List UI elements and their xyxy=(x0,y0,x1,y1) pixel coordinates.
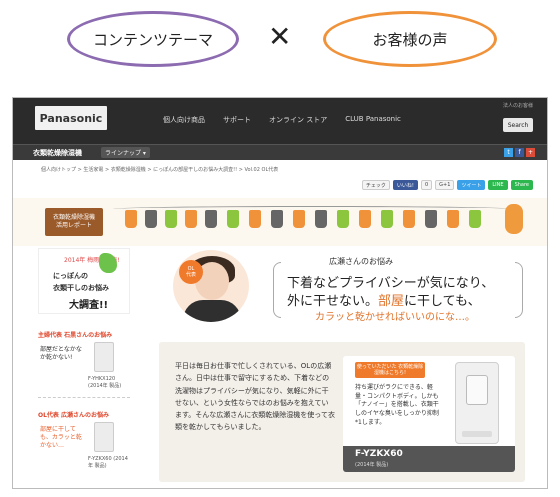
promo-line3: 大調査!! xyxy=(69,300,109,311)
card-text: 部屋だとなかなか乾かない! xyxy=(40,346,82,362)
garment-icon xyxy=(359,210,371,228)
garment-icon xyxy=(145,210,157,228)
category-title[interactable]: 衣類乾燥除湿機 xyxy=(33,148,82,158)
worry-line1: 下着などプライバシーが気になり、 xyxy=(287,276,495,291)
product-panel-tab: 使っていただいた 衣類乾燥除湿機はこちら! xyxy=(355,362,425,378)
card-caption: F-YHKX120 (2014年 製品) xyxy=(88,376,122,389)
worry-quote: 広瀬さんのお悩み 下着などプライバシーが気になり、 外に干せない。部屋に干しても… xyxy=(269,248,525,328)
worry-line2-highlight: 部屋 xyxy=(378,294,405,309)
category-bar: 衣類乾燥除湿機 ラインナップ ▾ t f + xyxy=(13,144,547,160)
lineup-dropdown[interactable]: ラインナップ ▾ xyxy=(101,147,150,158)
global-nav: 個人向け商品 サポート オンライン ストア CLUB Panasonic xyxy=(163,115,401,125)
ol-badge: OL 代表 xyxy=(179,260,203,284)
search-button[interactable]: Search xyxy=(503,118,533,132)
customer-voice-text: お客様の声 xyxy=(372,30,448,49)
check-button[interactable]: チェック xyxy=(361,180,390,190)
facebook-icon[interactable]: f xyxy=(515,148,524,157)
garment-icon xyxy=(205,210,217,228)
bracket-right xyxy=(515,262,523,318)
bracket-left xyxy=(273,262,281,318)
worry-line2-c: に干しても、 xyxy=(404,294,481,309)
worry-line2: 外に干せない。部屋に干しても、 xyxy=(287,290,481,309)
product-panel[interactable]: 使っていただいた 衣類乾燥除湿機はこちら! 持ち運びがラクにできる、軽量・コンパ… xyxy=(343,356,515,472)
nav-personal-products[interactable]: 個人向け商品 xyxy=(163,115,205,125)
garment-icon xyxy=(125,210,137,228)
cross-icon: ✕ xyxy=(268,20,292,53)
worry-line2-a: 外に干せない。 xyxy=(287,294,379,309)
report-sign-line2: 活用レポート xyxy=(55,222,92,229)
report-sign: 衣類乾燥除湿機 活用レポート xyxy=(45,208,103,236)
story-text: 平日は毎日お仕事で忙しくされている、OLの広瀬さん。日中は仕事で留守にするため、… xyxy=(175,362,335,432)
like-count: 0 xyxy=(420,180,433,190)
global-header: Panasonic 個人向け商品 サポート オンライン ストア CLUB Pan… xyxy=(13,98,547,144)
twitter-icon[interactable]: t xyxy=(504,148,513,157)
garment-icon xyxy=(381,210,393,228)
promo-line2: 衣類干しのお悩み xyxy=(53,284,109,292)
utility-link[interactable]: 法人のお客様 xyxy=(503,102,533,109)
garment-icon xyxy=(337,210,349,228)
rabbit-mascot-icon xyxy=(505,204,523,234)
dehumidifier-thumbnail xyxy=(94,342,114,372)
line-button[interactable]: LINE xyxy=(488,180,508,190)
report-sign-line1: 衣類乾燥除湿機 xyxy=(52,214,95,222)
facebook-like-button[interactable]: いいね! xyxy=(392,180,418,190)
website-screenshot: Panasonic 個人向け商品 サポート オンライン ストア CLUB Pan… xyxy=(12,97,548,489)
garment-icon xyxy=(425,210,437,228)
ol-badge-line2: 代表 xyxy=(185,272,196,278)
garment-icon xyxy=(165,210,177,228)
share-buttons: チェック いいね! 0 G+1 ツイート LINE Share xyxy=(361,180,533,190)
garment-icon xyxy=(293,210,305,228)
card-caption: F-YZKX60 (2014年 製品) xyxy=(88,456,128,469)
worry-title: 広瀬さんのお悩み xyxy=(329,257,393,266)
garment-icon xyxy=(249,210,261,228)
model-number: F-YZKX60 xyxy=(355,449,403,459)
sidebar-card-ol[interactable]: OL代表 広瀬さんのお悩み 部屋に干しても、カラッと乾かない… F-YZKX60… xyxy=(38,408,130,488)
garment-icon xyxy=(271,210,283,228)
card-text: 部屋に干しても、カラッと乾かない… xyxy=(40,426,82,450)
nav-support[interactable]: サポート xyxy=(223,115,251,125)
garment-icon xyxy=(447,210,459,228)
dehumidifier-base xyxy=(462,431,492,437)
dehumidifier-image xyxy=(455,362,499,444)
garment-icon xyxy=(227,210,239,228)
card-heading: OL代表 広瀬さんのお悩み xyxy=(38,412,110,419)
survey-promo-banner[interactable]: 2014年 梅雨に実施! にっぽんの 衣類干しのお悩み 大調査!! xyxy=(38,248,130,314)
breadcrumb[interactable]: 個人向けトップ > 生活家電 > 衣類乾燥除湿機 > にっぽんの部屋干しのお悩み… xyxy=(41,166,278,173)
gplus-button[interactable]: G+1 xyxy=(435,180,455,190)
card-heading: 主婦代表 石黒さんのお悩み xyxy=(38,332,113,339)
social-links: t f + xyxy=(504,148,535,157)
nav-club-panasonic[interactable]: CLUB Panasonic xyxy=(345,115,401,125)
garment-icon xyxy=(469,210,481,228)
persona-body xyxy=(183,300,241,322)
share-button[interactable]: Share xyxy=(510,180,533,190)
model-year: (2014年 製品) xyxy=(355,462,389,468)
nav-online-store[interactable]: オンライン ストア xyxy=(269,115,327,125)
model-label: F-YZKX60 (2014年 製品) xyxy=(343,446,515,472)
tweet-button[interactable]: ツイート xyxy=(457,180,486,190)
sidebar: 2014年 梅雨に実施! にっぽんの 衣類干しのお悩み 大調査!! 主婦代表 石… xyxy=(38,248,130,488)
googleplus-icon[interactable]: + xyxy=(526,148,535,157)
clothesline-banner: 衣類乾燥除湿機 活用レポート xyxy=(13,198,547,246)
customer-voice-label: お客様の声 xyxy=(323,11,497,67)
worry-line3: カラッと乾かせればいいのにな…。 xyxy=(315,312,475,323)
story-box: 平日は毎日お仕事で忙しくされている、OLの広瀬さん。日中は仕事で留守にするため、… xyxy=(159,342,525,482)
dehumidifier-thumbnail xyxy=(94,422,114,452)
sidebar-card-housewife[interactable]: 主婦代表 石黒さんのお悩み 部屋だとなかなか乾かない! F-YHKX120 (2… xyxy=(38,328,130,398)
garment-icon xyxy=(315,210,327,228)
garment-icon xyxy=(403,210,415,228)
content-theme-label: コンテンツテーマ xyxy=(67,11,239,67)
dehumidifier-grille xyxy=(466,375,488,405)
product-description: 持ち運びがラクにできる、軽量・コンパクトボディ。しかも「ナノイー」を搭載し、衣類… xyxy=(355,384,439,426)
content-theme-text: コンテンツテーマ xyxy=(92,30,213,49)
panasonic-logo[interactable]: Panasonic xyxy=(35,106,107,130)
promo-line1: にっぽんの xyxy=(53,272,88,280)
garment-icon xyxy=(185,210,197,228)
